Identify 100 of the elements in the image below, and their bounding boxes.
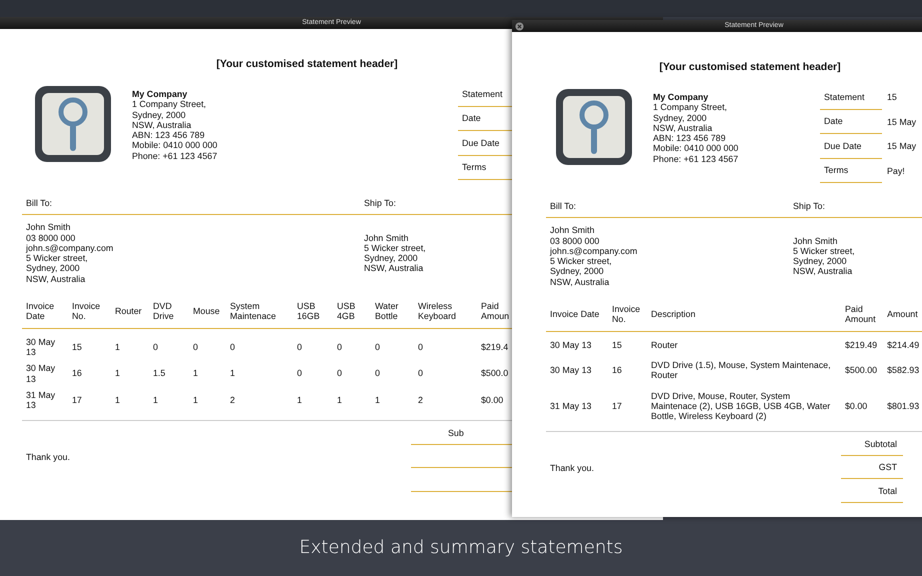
table-cell-text: 1	[229, 367, 236, 380]
table-cell: 31 May 13	[22, 386, 68, 421]
bill-to-line: John Smith	[550, 225, 596, 236]
table-cell: 1	[371, 386, 414, 421]
meta-label: Due Date	[820, 134, 882, 159]
company-detail: 1 Company Street,	[132, 99, 207, 110]
table-cell: 2	[226, 386, 293, 421]
column-header: Invoice Date	[22, 301, 68, 328]
column-header: Paid Amount	[841, 304, 884, 332]
table-cell: 1	[149, 386, 189, 421]
column-header: Wireless Keyboard	[414, 301, 477, 328]
table-cell-text: $582.93	[886, 364, 920, 378]
ship-to-line: Sydney, 2000	[793, 256, 848, 266]
column-header: USB 16GB	[293, 301, 333, 328]
table-cell: 30 May 13	[546, 331, 608, 355]
bill-to-line: NSW, Australia	[550, 276, 610, 288]
company-name: My Company	[132, 89, 188, 100]
bill-to-label: Bill To:	[26, 198, 53, 208]
table-cell: 1	[111, 386, 149, 421]
ship-to-line: NSW, Australia	[364, 263, 424, 274]
table-cell: 17	[608, 386, 647, 432]
bill-to-line: 5 Wicker street,	[26, 253, 89, 264]
column-header: System Maintenace	[226, 301, 293, 328]
bill-to-line: Sydney, 2000	[26, 263, 81, 274]
bill-to-line: 03 8000 000	[26, 232, 76, 243]
table-cell: 17	[68, 386, 111, 421]
table-cell: 1	[111, 328, 149, 360]
table-cell-text: 0	[296, 367, 303, 380]
bill-to-line: 03 8000 000	[550, 236, 600, 246]
table-cell: 15	[608, 331, 647, 355]
meta-value: 15 May	[886, 116, 916, 127]
bill-to-label: Bill To:	[550, 201, 577, 212]
table-cell-text: 30 May 13	[25, 362, 56, 386]
statement-header: [Your customised statement header]	[658, 61, 842, 73]
table-cell: 0	[226, 328, 293, 360]
thank-you-note: Thank you.	[25, 452, 70, 462]
table-cell: $214.49	[883, 331, 922, 355]
meta-value: Pay!	[886, 166, 905, 176]
bill-to-line: John Smith	[26, 222, 72, 233]
company-detail: ABN: 123 456 789	[653, 133, 727, 144]
meta-label: Terms	[820, 158, 882, 184]
table-cell: 0	[414, 328, 477, 360]
table-cell: 15	[68, 328, 111, 360]
bill-to-line: Sydney, 2000	[550, 266, 605, 277]
thank-you-note: Thank you.	[549, 462, 594, 473]
table-cell: 0	[293, 328, 333, 360]
meta-value: 15	[886, 92, 897, 102]
meta-label: Statement	[820, 84, 882, 110]
table-cell: 31 May 13	[546, 386, 608, 432]
column-header: Amount	[883, 304, 922, 332]
ship-to-label: Ship To:	[793, 201, 825, 212]
table-cell: 30 May 13	[22, 328, 68, 360]
company-detail: NSW, Australia	[653, 122, 714, 134]
ship-to-line: 5 Wicker street,	[793, 246, 855, 256]
statement-header: [Your customised statement header]	[215, 58, 399, 70]
total-label: GST	[878, 462, 897, 472]
table-cell: 1	[189, 386, 226, 421]
ship-to-label: Ship To:	[364, 198, 396, 208]
table-cell: $801.93	[883, 386, 922, 432]
table-cell-text: 1	[114, 367, 121, 380]
table-cell-text: 16	[71, 367, 83, 380]
table-cell: Router	[647, 331, 841, 355]
company-name: My Company	[653, 92, 710, 102]
magnifier-icon	[554, 87, 634, 167]
bill-to-line: john.s@company.com	[550, 246, 638, 256]
close-icon[interactable]	[515, 22, 524, 31]
company-detail: Phone: +61 123 4567	[132, 150, 218, 162]
caption: Extended and summary statements	[298, 537, 624, 558]
table-cell: DVD Drive, Mouse, Router, System Maintenace (2), USB 16GB, USB 4GB, Water Bottle, Wireless Keyboard (2)	[647, 386, 841, 432]
table-cell: $219.4	[477, 328, 517, 360]
table-cell: 0	[189, 328, 226, 360]
column-header: Invoice No.	[608, 304, 647, 332]
bill-to-line: NSW, Australia	[26, 274, 86, 284]
table-cell-text: 0	[374, 367, 381, 380]
total-label: Subtotal	[864, 438, 897, 449]
table-cell: 1	[293, 386, 333, 421]
column-header: DVD Drive	[149, 301, 189, 328]
column-header: Water Bottle	[371, 301, 414, 328]
company-detail: Phone: +61 123 4567	[653, 154, 738, 164]
bill-to-line: 5 Wicker street,	[550, 256, 613, 266]
column-header: Router	[111, 301, 149, 328]
meta-value: 15 May	[886, 141, 916, 152]
company-detail: Mobile: 0410 000 000	[653, 143, 738, 154]
ship-to-line: NSW, Australia	[793, 266, 854, 277]
column-header: Description	[647, 304, 841, 332]
table-cell-text: 0	[417, 367, 424, 380]
table-cell: 0	[149, 328, 189, 360]
total-label: Sub	[448, 428, 464, 438]
company-detail: NSW, Australia	[132, 120, 192, 130]
total-label: Total	[878, 486, 897, 496]
ship-to-line: John Smith	[364, 232, 410, 243]
table-cell-text: $500.00	[844, 364, 878, 378]
ship-to-line: 5 Wicker street,	[364, 242, 426, 254]
company-detail: ABN: 123 456 789	[132, 130, 206, 140]
ship-to-line: John Smith	[793, 236, 838, 246]
table-cell-text: DVD Drive (1.5), Mouse, System Maintenace, Router	[650, 358, 832, 382]
column-header: Invoice No.	[68, 301, 111, 328]
magnifier-icon	[33, 84, 113, 164]
bill-to-line: john.s@company.com	[26, 242, 114, 254]
table-cell-text: 30 May 13	[549, 364, 592, 378]
